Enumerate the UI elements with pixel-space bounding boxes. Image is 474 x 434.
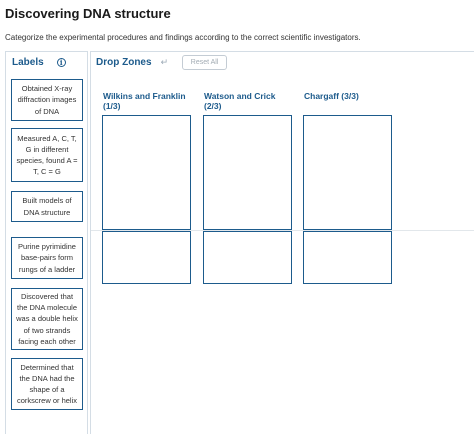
column-name: Chargaff (3/3) (304, 91, 359, 101)
drop-zone-wilkins-franklin-bottom[interactable] (102, 231, 191, 284)
label-card[interactable]: Discovered that the DNA molecule was a d… (11, 288, 83, 350)
drop-zone-wilkins-franklin-top[interactable] (102, 115, 191, 230)
label-card[interactable]: Determined that the DNA had the shape of… (11, 358, 83, 410)
labels-panel: Labels i Obtained X-ray diffraction imag… (5, 51, 88, 434)
column-header-chargaff: Chargaff (3/3) (304, 91, 359, 101)
drop-zones-title: Drop Zones (96, 57, 152, 68)
label-card[interactable]: Purine pyrimidine base-pairs form rungs … (11, 237, 83, 279)
undo-icon[interactable]: ↵ (161, 57, 169, 68)
drop-zone-chargaff-bottom[interactable] (303, 231, 392, 284)
column-count: (1/3) (103, 101, 121, 111)
label-card[interactable]: Obtained X-ray diffraction images of DNA (11, 79, 83, 121)
drop-zones-header: Drop Zones ↵ Reset All (91, 52, 474, 73)
drop-zone-watson-crick-bottom[interactable] (203, 231, 292, 284)
column-count: (2/3) (204, 101, 222, 111)
label-card[interactable]: Built models of DNA structure (11, 191, 83, 222)
page-title: Discovering DNA structure (5, 6, 171, 21)
column-name: Watson and Crick (204, 91, 276, 101)
column-name: Wilkins and Franklin (103, 91, 186, 101)
drop-zone-watson-crick-top[interactable] (203, 115, 292, 230)
reset-all-button[interactable]: Reset All (182, 55, 228, 70)
labels-panel-title: Labels (12, 57, 44, 68)
column-header-wilkins-franklin: Wilkins and Franklin (1/3) (103, 91, 186, 111)
instructions-text: Categorize the experimental procedures a… (5, 33, 361, 42)
drop-zones-panel: Drop Zones ↵ Reset All Wilkins and Frank… (90, 51, 474, 434)
drop-zone-chargaff-top[interactable] (303, 115, 392, 230)
info-icon[interactable]: i (56, 58, 66, 67)
label-card[interactable]: Measured A, C, T, G in different species… (11, 128, 83, 182)
column-header-watson-crick: Watson and Crick (2/3) (204, 91, 275, 111)
labels-panel-header: Labels i (6, 52, 87, 73)
